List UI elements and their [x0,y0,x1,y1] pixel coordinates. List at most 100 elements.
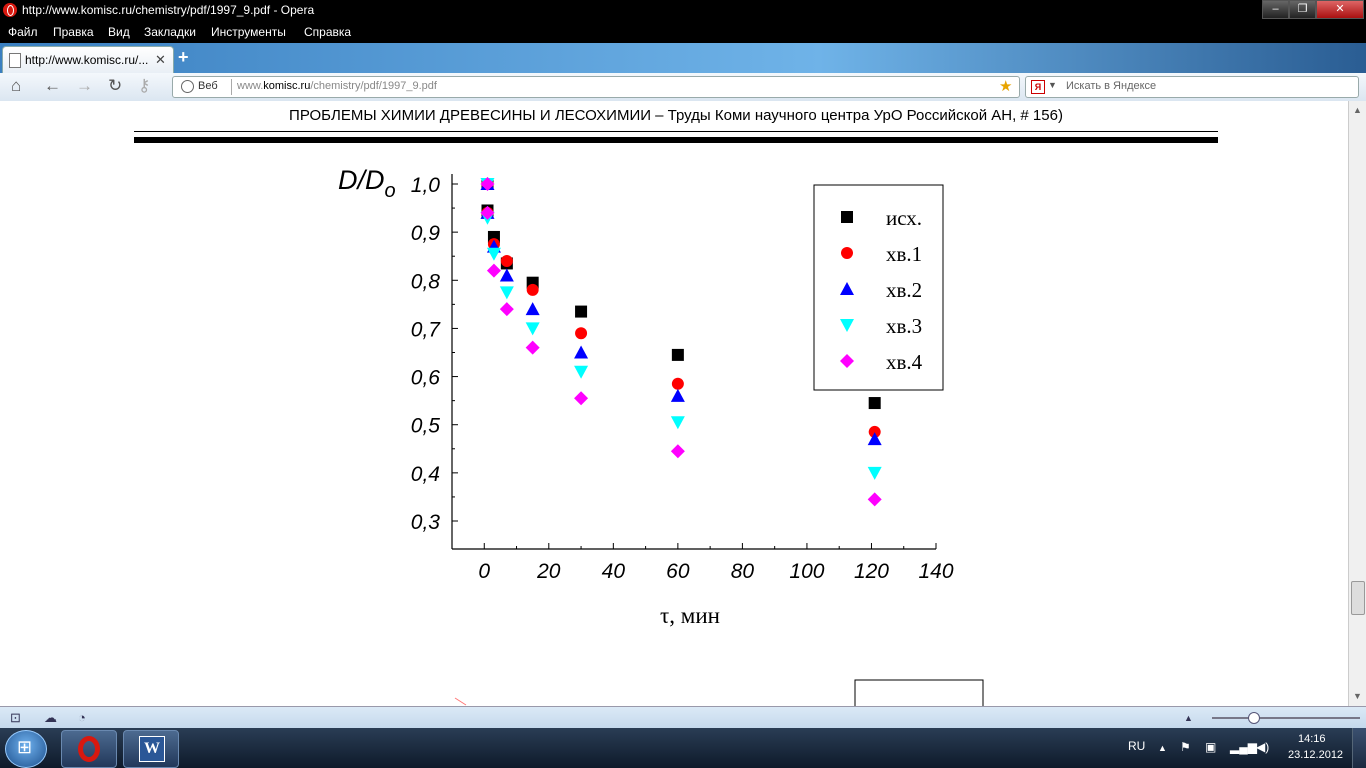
zoom-slider-track[interactable] [1212,717,1360,719]
scroll-down-icon[interactable]: ▼ [1353,691,1362,701]
start-button[interactable] [5,730,47,768]
zoom-menu-icon[interactable]: ▲ [1184,713,1193,723]
data-point-series-5 [670,444,685,459]
data-point-series-5 [867,492,882,507]
y-tick-label: 0,9 [411,222,441,245]
data-point-series-3 [574,345,589,359]
scroll-thumb[interactable] [1351,581,1365,615]
x-tick-label: 0 [478,560,490,583]
y-tick-label: 0,8 [411,270,441,293]
speed-dial-icon[interactable]: ◔ [78,710,86,725]
x-tick-label: 60 [666,560,690,583]
search-placeholder: Искать в Яндексе [1066,80,1157,92]
x-axis-label: τ, мин [660,603,720,628]
data-point-series-2 [575,327,588,340]
chart: 0,3 0,4 0,5 0,6 0,7 0,8 0,9 1,0 0 20 40 60 80 100 120 1… [338,165,984,706]
data-point-series-3 [525,302,540,316]
data-point-series-4 [574,365,589,379]
y-tick-label: 0,4 [411,463,440,486]
show-desktop-button[interactable] [1352,728,1366,768]
y-tick-label: 0,7 [411,318,442,341]
cloud-icon[interactable]: ☁ [44,710,57,726]
document-viewport[interactable]: ПРОБЛЕМЫ ХИМИИ ДРЕВЕСИНЫ И ЛЕСОХИМИИ – Т… [0,101,1348,706]
key-icon[interactable]: ⚷ [138,77,150,95]
menu-bar: Файл Правка Вид Закладки Инструменты Спр… [0,22,1366,43]
new-tab-button[interactable]: + [178,47,189,68]
data-point-series-4 [525,322,540,336]
reload-icon[interactable]: ↻ [108,77,122,95]
home-icon[interactable]: ⌂ [11,77,21,95]
search-field[interactable]: Я ▼ Искать в Яндексе [1025,76,1359,98]
url-domain: komisc.ru [263,80,311,92]
data-point-series-2 [526,283,539,296]
vertical-scrollbar[interactable]: ▲ ▼ [1348,101,1366,706]
x-tick-label: 80 [731,560,755,583]
flag-icon[interactable]: ⚑ [1180,740,1191,754]
menu-help[interactable]: Справка [304,25,351,39]
data-point-series-4 [499,286,514,300]
legend-label-3: хв.2 [886,278,922,302]
menu-edit[interactable]: Правка [53,25,94,39]
opera-icon [78,736,100,762]
next-figure-mark [454,697,467,706]
legend-marker-2 [841,247,853,259]
word-icon: W [139,736,165,762]
legend-label-2: хв.1 [886,242,922,266]
data-point-series-3 [670,388,685,402]
data-point-series-4 [670,416,685,430]
network-icon[interactable]: ▂▄▆ [1230,740,1257,754]
data-point-series-4 [867,466,882,480]
web-label: Веб [198,80,218,92]
tab-label: http://www.komisc.ru/... [25,53,149,67]
maximize-button[interactable]: ❐ [1289,0,1316,19]
scroll-up-icon[interactable]: ▲ [1353,105,1362,115]
menu-bookmarks[interactable]: Закладки [144,25,196,39]
legend-box [813,184,944,391]
tab-active[interactable]: http://www.komisc.ru/... ✕ [2,46,174,74]
taskbar-word-button[interactable]: W [123,730,179,768]
back-icon[interactable]: ← [44,77,61,95]
clock-date[interactable]: 23.12.2012 [1288,749,1343,761]
data-point-series-5 [486,263,501,278]
tray-expand-icon[interactable]: ▲ [1158,743,1167,753]
data-point-series-2 [500,255,513,268]
data-point-series-5 [499,302,514,317]
y-tick-label: 0,5 [411,415,441,438]
x-tick-label: 20 [536,560,561,583]
tab-close-icon[interactable]: ✕ [155,52,166,68]
data-point-series-2 [671,377,684,390]
minimize-button[interactable]: ‒ [1262,0,1289,19]
menu-tools[interactable]: Инструменты [211,25,286,39]
yandex-icon[interactable]: Я [1031,80,1045,94]
legend-label-5: хв.4 [886,350,923,374]
data-point-series-5 [525,340,540,355]
bookmark-star-icon[interactable]: ★ [999,77,1012,95]
globe-icon [181,80,194,93]
x-tick-label: 120 [854,560,889,583]
data-point-series-1 [671,348,684,361]
clock-time[interactable]: 14:16 [1298,733,1326,745]
data-point-series-3 [499,268,514,282]
y-tick-label: 0,3 [411,511,441,534]
menu-view[interactable]: Вид [108,25,130,39]
close-button[interactable]: ✕ [1316,0,1364,19]
y-tick-label: 1,0 [411,174,441,197]
y-axis-label-main: D/D [338,165,385,195]
forward-icon[interactable]: → [76,77,93,95]
taskbar-opera-button[interactable] [61,730,117,768]
x-tick-label: 100 [789,560,824,583]
volume-icon[interactable]: ◀) [1256,740,1269,754]
device-icon[interactable]: ▣ [1205,740,1216,754]
address-separator [231,79,232,95]
address-bar[interactable]: Веб www.komisc.ru/chemistry/pdf/1997_9.p… [172,76,1020,98]
data-point-series-5 [574,391,589,406]
menu-file[interactable]: Файл [8,25,38,39]
zoom-slider-thumb[interactable] [1248,712,1260,724]
panel-toggle-icon[interactable]: ⊡ [10,710,21,726]
dropdown-arrow-icon[interactable]: ▼ [1048,80,1057,90]
data-point-series-1 [868,397,881,410]
legend-marker-1 [841,211,853,223]
y-axis-label-sub: o [385,180,396,202]
language-indicator[interactable]: RU [1128,739,1145,753]
window-title: http://www.komisc.ru/chemistry/pdf/1997_… [22,3,315,17]
